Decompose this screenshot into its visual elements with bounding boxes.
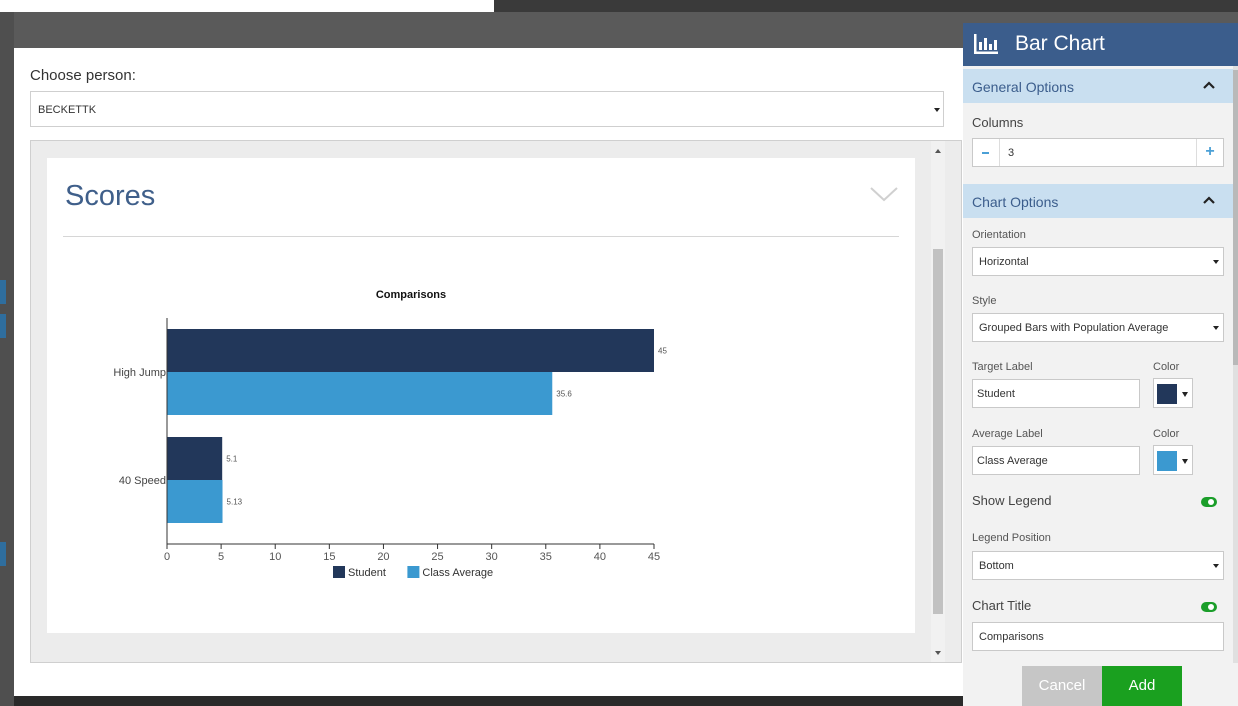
card-divider xyxy=(63,236,899,237)
legend-position-value: Bottom xyxy=(979,560,1014,572)
columns-stepper: 3 + xyxy=(972,138,1224,167)
target-color-swatch xyxy=(1157,384,1177,404)
data-label: 45 xyxy=(658,347,667,356)
caret-down-icon xyxy=(1213,564,1219,568)
orientation-label: Orientation xyxy=(972,229,1026,241)
style-label: Style xyxy=(972,295,997,307)
bar-chart: Comparisons 45 35.6 High Jump 5.1 5.13 40 Spe… xyxy=(113,289,667,579)
increment-button[interactable]: + xyxy=(1196,139,1223,166)
target-label-value: Student xyxy=(977,388,1015,400)
scores-card: Scores Comparisons 45 35.6 High Jump 5.1 5.1… xyxy=(47,158,915,633)
chart-title-label: Chart Title xyxy=(972,598,1032,613)
x-tick-label: 20 xyxy=(377,551,389,563)
chart-options-header[interactable]: Chart Options xyxy=(963,184,1233,218)
person-select-value: BECKETTK xyxy=(38,104,97,116)
scrollbar-thumb[interactable] xyxy=(933,249,943,614)
data-label: 5.13 xyxy=(227,498,243,507)
x-tick-label: 10 xyxy=(269,551,281,563)
panel-scrollbar-thumb[interactable] xyxy=(1233,70,1238,365)
target-color-label: Color xyxy=(1153,361,1180,373)
columns-value[interactable]: 3 xyxy=(1008,147,1014,159)
bar-chart-icon xyxy=(974,34,998,54)
caret-down-icon xyxy=(934,108,940,112)
x-tick-label: 30 xyxy=(486,551,498,563)
data-label: 5.1 xyxy=(226,455,238,464)
background-marker xyxy=(0,280,6,304)
background-marker xyxy=(0,314,6,338)
cancel-button[interactable]: Cancel xyxy=(1022,666,1102,706)
x-tick-label: 15 xyxy=(323,551,335,563)
scroll-up-icon[interactable] xyxy=(935,149,941,153)
category-label: 40 Speed xyxy=(119,475,166,487)
legend-position-label: Legend Position xyxy=(972,532,1051,544)
caret-down-icon xyxy=(1213,326,1219,330)
background-topbar-dark xyxy=(494,0,1238,12)
average-color-picker[interactable] xyxy=(1153,445,1193,475)
caret-down-icon xyxy=(1182,392,1188,397)
average-color-swatch xyxy=(1157,451,1177,471)
bar-chart-options-panel: Bar Chart General Options Columns 3 + Ch… xyxy=(963,23,1238,706)
target-label-label: Target Label xyxy=(972,361,1033,373)
bar xyxy=(167,329,654,372)
chevron-up-icon xyxy=(1203,196,1215,204)
average-label-value: Class Average xyxy=(977,455,1048,467)
choose-person-modal: Choose person: BECKETTK Scores Compariso… xyxy=(14,48,964,696)
decrement-button[interactable] xyxy=(973,139,1000,166)
add-button[interactable]: Add xyxy=(1102,666,1182,706)
legend-label: Class Average xyxy=(422,567,493,579)
chart-title-toggle[interactable] xyxy=(1201,602,1217,612)
background-bottom xyxy=(14,696,964,706)
target-label-input[interactable]: Student xyxy=(972,379,1140,408)
x-tick-label: 25 xyxy=(431,551,443,563)
preview-scrollbar[interactable] xyxy=(931,141,945,662)
chevron-up-icon xyxy=(1203,81,1215,89)
choose-person-label: Choose person: xyxy=(30,67,136,84)
style-select[interactable]: Grouped Bars with Population Average xyxy=(972,313,1224,342)
average-label-label: Average Label xyxy=(972,428,1043,440)
bar xyxy=(167,437,223,480)
x-tick-label: 5 xyxy=(218,551,224,563)
show-legend-label: Show Legend xyxy=(972,493,1052,508)
caret-down-icon xyxy=(1213,260,1219,264)
target-color-picker[interactable] xyxy=(1153,378,1193,408)
legend-position-select[interactable]: Bottom xyxy=(972,551,1224,580)
x-tick-label: 45 xyxy=(648,551,660,563)
chevron-down-icon[interactable] xyxy=(869,186,899,202)
show-legend-toggle[interactable] xyxy=(1201,497,1217,507)
bar xyxy=(167,372,553,415)
background-left-strip xyxy=(0,12,14,706)
average-color-label: Color xyxy=(1153,428,1180,440)
legend-swatch xyxy=(333,566,345,578)
panel-body: General Options Columns 3 + Chart Option… xyxy=(963,66,1238,663)
legend-label: Student xyxy=(348,567,386,579)
x-tick-label: 35 xyxy=(540,551,552,563)
columns-label: Columns xyxy=(972,115,1024,130)
chart-title-value: Comparisons xyxy=(979,631,1044,643)
panel-scrollbar[interactable] xyxy=(1233,66,1238,663)
data-label: 35.6 xyxy=(556,390,572,399)
style-value: Grouped Bars with Population Average xyxy=(979,322,1169,334)
chart-preview-area: Scores Comparisons 45 35.6 High Jump 5.1 5.1… xyxy=(30,140,962,663)
person-select[interactable]: BECKETTK xyxy=(30,91,944,127)
bar xyxy=(167,480,223,523)
caret-down-icon xyxy=(1182,459,1188,464)
card-title: Scores xyxy=(65,180,156,212)
legend-swatch xyxy=(407,566,420,578)
x-tick-label: 40 xyxy=(594,551,606,563)
orientation-value: Horizontal xyxy=(979,256,1029,268)
average-label-input[interactable]: Class Average xyxy=(972,446,1140,475)
chart-title: Comparisons xyxy=(376,289,446,301)
background-topbar xyxy=(0,0,1238,12)
panel-header: Bar Chart xyxy=(963,23,1238,66)
orientation-select[interactable]: Horizontal xyxy=(972,247,1224,276)
general-options-header[interactable]: General Options xyxy=(963,69,1233,103)
general-options-label: General Options xyxy=(972,79,1074,95)
category-label: High Jump xyxy=(113,367,166,379)
scroll-down-icon[interactable] xyxy=(935,651,941,655)
panel-title: Bar Chart xyxy=(1015,32,1105,55)
background-marker xyxy=(0,542,6,566)
chart-options-label: Chart Options xyxy=(972,194,1059,210)
chart-title-input[interactable]: Comparisons xyxy=(972,622,1224,651)
x-tick-label: 0 xyxy=(164,551,170,563)
